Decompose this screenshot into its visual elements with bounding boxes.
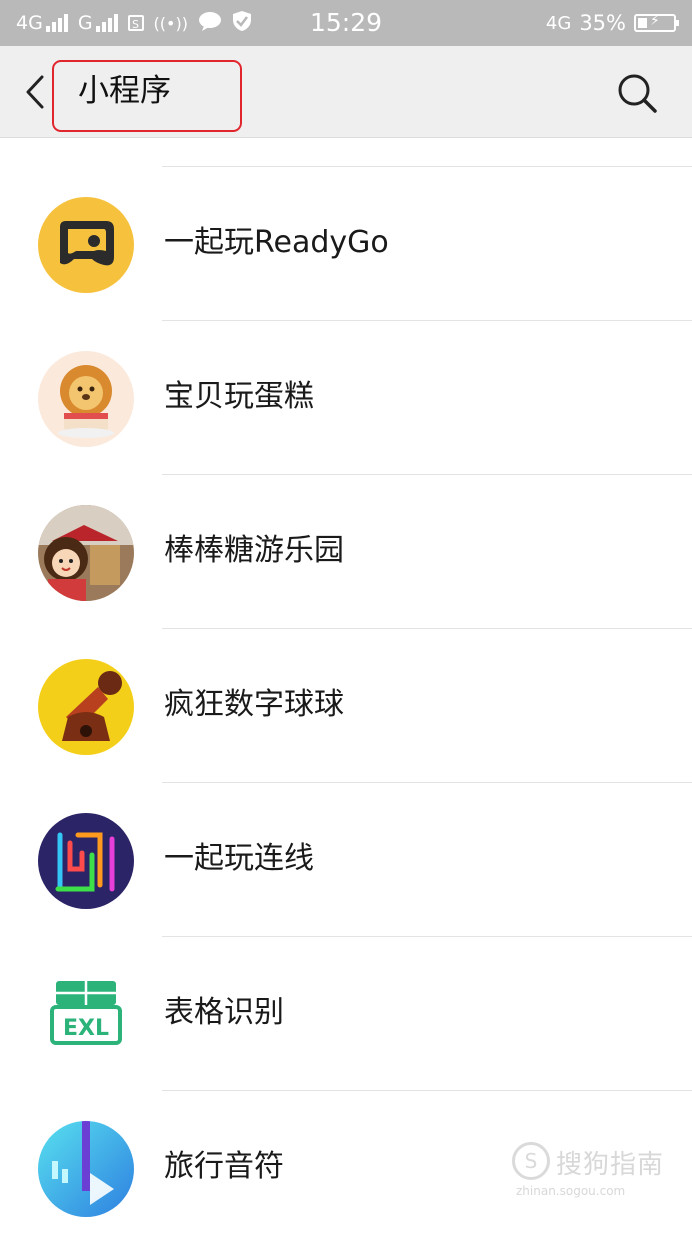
item-name: 表格识别 <box>164 995 284 1030</box>
back-arrow-icon[interactable] <box>22 74 52 110</box>
gamepad-icon <box>38 197 134 293</box>
watermark-logo-icon: S <box>512 1142 550 1180</box>
status-bar: 4G G S ((•)) 15:29 4G 35% ⚡ <box>0 0 692 46</box>
watermark-text: 搜狗指南 <box>556 1150 665 1180</box>
list-item-connect[interactable]: 一起玩连线 <box>0 783 692 937</box>
top-nav-bar: 小程序 <box>0 46 692 138</box>
list-item-cake[interactable]: 宝贝玩蛋糕 <box>0 321 692 475</box>
music-travel-icon <box>38 1121 134 1217</box>
svg-text:EXL: EXL <box>63 1016 109 1041</box>
item-name: 旅行音符 <box>164 1149 284 1184</box>
list-item-lollipop-park[interactable]: 棒棒糖游乐园 <box>0 475 692 629</box>
search-icon[interactable] <box>614 70 660 116</box>
battery-icon: ⚡ <box>634 13 679 32</box>
item-name: 一起玩连线 <box>164 841 314 876</box>
item-name: 疯狂数字球球 <box>164 687 344 722</box>
cannon-icon <box>38 659 134 755</box>
watermark: S 搜狗指南 zhinan.sogou.com <box>512 1140 672 1200</box>
list-item-number-balls[interactable]: 疯狂数字球球 <box>0 629 692 783</box>
item-name: 棒棒糖游乐园 <box>164 533 344 568</box>
network-right-label: 4G <box>545 12 572 34</box>
battery-percent: 35% <box>579 11 626 35</box>
carousel-girl-icon <box>38 505 134 601</box>
exl-table-icon: EXL <box>50 981 122 1045</box>
list-item-readygo[interactable]: 一起玩ReadyGo <box>0 167 692 321</box>
page-title: 小程序 <box>78 73 171 109</box>
lion-cake-icon <box>38 351 134 447</box>
list-item-table-ocr[interactable]: EXL 表格识别 <box>0 937 692 1091</box>
watermark-url: zhinan.sogou.com <box>516 1184 626 1198</box>
status-right: 4G 35% ⚡ <box>545 0 679 46</box>
connect-lines-icon <box>38 813 134 909</box>
item-name: 一起玩ReadyGo <box>164 225 389 260</box>
item-name: 宝贝玩蛋糕 <box>164 379 314 414</box>
